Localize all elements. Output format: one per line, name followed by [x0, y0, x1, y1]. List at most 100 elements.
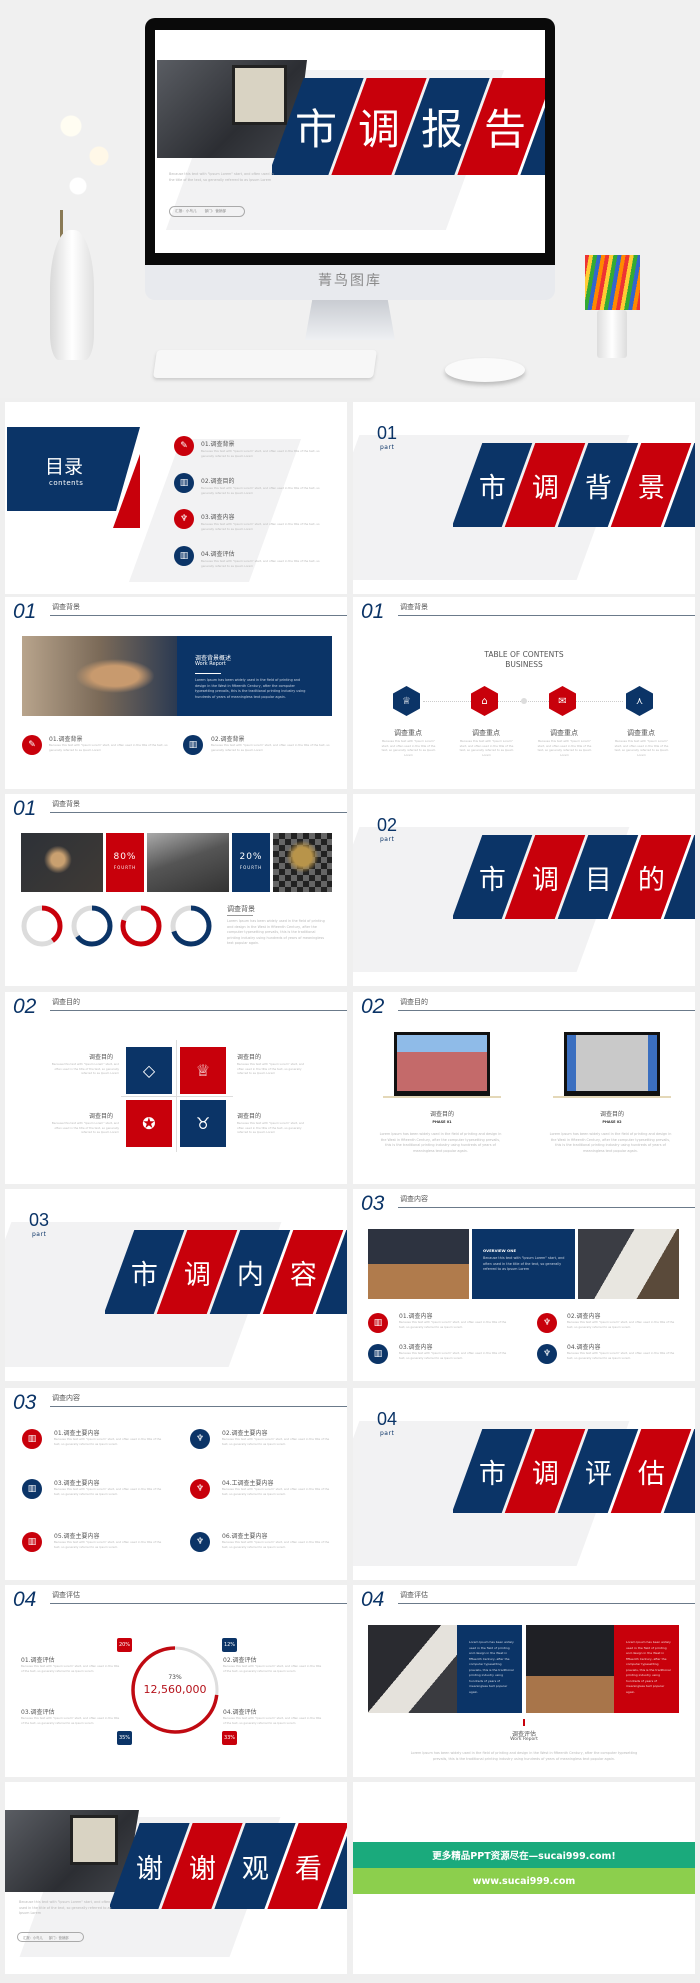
- section-label: 调查目的: [52, 998, 80, 1006]
- item-title: 03.调查主要内容: [54, 1480, 100, 1487]
- title-band: 市 调 评 估: [453, 1429, 695, 1513]
- laptop-image: [394, 1032, 490, 1096]
- slide-purpose-quad: 02 调查目的 ◇ ♕ ✪ ♉ 调查目的 Because this text w…: [5, 992, 347, 1184]
- toc-item[interactable]: 03.调查内容: [201, 512, 235, 521]
- item-desc: Because this text with "Ipsum Lorem" sta…: [567, 1320, 675, 1329]
- title-char: 调: [357, 105, 400, 154]
- paperwork-photo: [368, 1625, 457, 1713]
- chart-icon: ♆: [190, 1532, 210, 1552]
- section-label: 调查背景: [52, 603, 80, 611]
- section-number: 04: [361, 1588, 385, 1611]
- slide-background-stats: 01 调查背景 80% FOURTH 20% FOURTH 调查背景 Lorem…: [5, 794, 347, 986]
- pencil-cup-decoration: [585, 255, 640, 360]
- point-desc: Because this text with "Ipsum Lorem" sta…: [381, 739, 436, 757]
- building-icon: ▥: [368, 1313, 388, 1333]
- stats-desc: Lorem Ipsum has been widely used in the …: [227, 919, 325, 945]
- slide-thanks: 谢 谢 观 看 Because this text with "Ipsum Lo…: [5, 1782, 347, 1974]
- stat-value: 80%: [113, 852, 137, 862]
- diamond-icon: ◇: [126, 1047, 172, 1094]
- promo-banner[interactable]: 更多精品PPT资源尽在—sucai999.com!: [353, 1842, 695, 1868]
- handshake-photo: [22, 636, 177, 716]
- overview-subtitle: Work Report: [195, 661, 226, 667]
- phase-label: PHASE 02: [602, 1120, 622, 1124]
- laptop-coffee-photo: [147, 833, 229, 892]
- reporter-pill: 汇报：小鸟儿 部门：营销部: [17, 1932, 84, 1942]
- slide-business-toc: 01 调查背景 TABLE OF CONTENTS BUSINESS ♕ ⌂ ✉…: [353, 597, 695, 789]
- chart-icon: ♆: [537, 1344, 557, 1364]
- section-number: 01: [13, 797, 37, 820]
- divider: [50, 615, 347, 616]
- section-label: 调查内容: [400, 1195, 428, 1203]
- title-char: 市: [130, 1259, 158, 1291]
- toc-item-desc: Because this text with "Ipsum Lorem" sta…: [201, 559, 320, 568]
- item-title: 05.调查主要内容: [54, 1533, 100, 1540]
- title-char: 目: [584, 864, 612, 896]
- section-number: 04: [13, 1588, 37, 1611]
- item-desc: Because this text with "Ipsum Lorem" sta…: [222, 1487, 330, 1496]
- toc-item[interactable]: 01.调查背景: [201, 439, 235, 448]
- item-desc: Because this text with "Ipsum Lorem" sta…: [223, 1664, 322, 1673]
- item-desc: Because this text with "Ipsum Lorem" sta…: [54, 1487, 162, 1496]
- item-desc: Because this text with "Ipsum Lorem" sta…: [211, 743, 330, 752]
- purpose-title: 调查目的: [237, 1113, 262, 1120]
- award-icon: ♉: [180, 1100, 226, 1147]
- hero-mockup: 菁鸟图库 市 调 报 告 Because this text with "Ips…: [0, 0, 700, 398]
- divider: [398, 1603, 695, 1604]
- section-number: 01: [361, 600, 385, 623]
- title-char: 市: [294, 105, 337, 154]
- phase-label: PHASE 01: [432, 1120, 452, 1124]
- building-icon: ▥: [22, 1479, 42, 1499]
- trophy-icon: ♕: [393, 686, 420, 716]
- laptop-image: [564, 1032, 660, 1096]
- panel-desc: Lorem Ipsum has been widely used in the …: [469, 1640, 514, 1694]
- purpose-title: 调查目的: [89, 1113, 114, 1120]
- purpose-title: 调查目的: [237, 1054, 262, 1061]
- item-title: 01.调查内容: [399, 1313, 433, 1320]
- slide-content-main: 03 调查内容 ▥ 01.调查主要内容 Because this text with "…: [5, 1388, 347, 1580]
- section-label: 调查内容: [52, 1394, 80, 1402]
- phase-desc: Lorem Ipsum has been widely used in the …: [549, 1132, 672, 1153]
- title-band: 市 调 内 容: [105, 1230, 347, 1314]
- purpose-desc: Because this text with "Ipsum Lorem" sta…: [51, 1121, 119, 1134]
- purpose-desc: Because this text with "Ipsum Lorem" sta…: [237, 1062, 305, 1075]
- building-icon: ▥: [368, 1344, 388, 1364]
- toc-title: TABLE OF CONTENTS: [484, 650, 564, 659]
- pen-icon: ✎: [174, 436, 194, 456]
- report-desc: Lorem Ipsum has been widely used in the …: [410, 1751, 638, 1761]
- document-signing-photo: [578, 1229, 679, 1299]
- department: 部门：营销部: [48, 1935, 69, 1940]
- stat-label: FOURTH: [113, 865, 137, 870]
- divider: [398, 615, 695, 616]
- divider: [50, 812, 347, 813]
- phase-title: 调查目的: [599, 1111, 624, 1118]
- reporter-pill: 汇报：小鸟儿 部门：营销部: [169, 206, 245, 217]
- item-desc: Because this text with "Ipsum Lorem" sta…: [222, 1540, 330, 1549]
- item-desc: Because this text with "Ipsum Lorem" sta…: [54, 1540, 162, 1549]
- toc-item[interactable]: 02.调查目的: [201, 476, 235, 485]
- toc-subtitle: BUSINESS: [505, 660, 543, 669]
- badge: 20%: [117, 1638, 132, 1652]
- section-label: 调查评估: [400, 1591, 428, 1599]
- item-desc: Because this text with "Ipsum Lorem" sta…: [21, 1716, 120, 1725]
- handshake-desk-photo: [526, 1625, 614, 1713]
- slide-evaluation-ring: 04 调查评估 73% 12,560,000 20% 12% 35% 33% 0…: [5, 1585, 347, 1777]
- meeting-desk-photo: [368, 1229, 469, 1299]
- item-title: 01.调查评估: [21, 1657, 55, 1664]
- phase-desc: Lorem Ipsum has been widely used in the …: [379, 1132, 502, 1153]
- overview-title: OVERVIEW ONE: [483, 1248, 517, 1253]
- ring-total: 12,560,000: [143, 1683, 207, 1696]
- purpose-desc: Because this text with "Ipsum Lorem" sta…: [51, 1062, 119, 1075]
- title-band: 市 调 背 景: [453, 443, 695, 527]
- item-title: 02.调查背景: [211, 736, 245, 743]
- section-number: 01: [13, 600, 37, 623]
- flower-vase-decoration: [20, 90, 130, 365]
- purpose-title: 调查目的: [89, 1054, 114, 1061]
- purpose-desc: Because this text with "Ipsum Lorem" sta…: [237, 1121, 305, 1134]
- part-number: 04: [377, 1409, 398, 1429]
- title-char: 评: [584, 1458, 612, 1490]
- promo-url[interactable]: www.sucai999.com: [353, 1868, 695, 1894]
- toc-item[interactable]: 04.调查评估: [201, 549, 235, 558]
- house-icon: ⌂: [471, 686, 498, 716]
- divider: [50, 1406, 347, 1407]
- title-char: 市: [478, 864, 506, 896]
